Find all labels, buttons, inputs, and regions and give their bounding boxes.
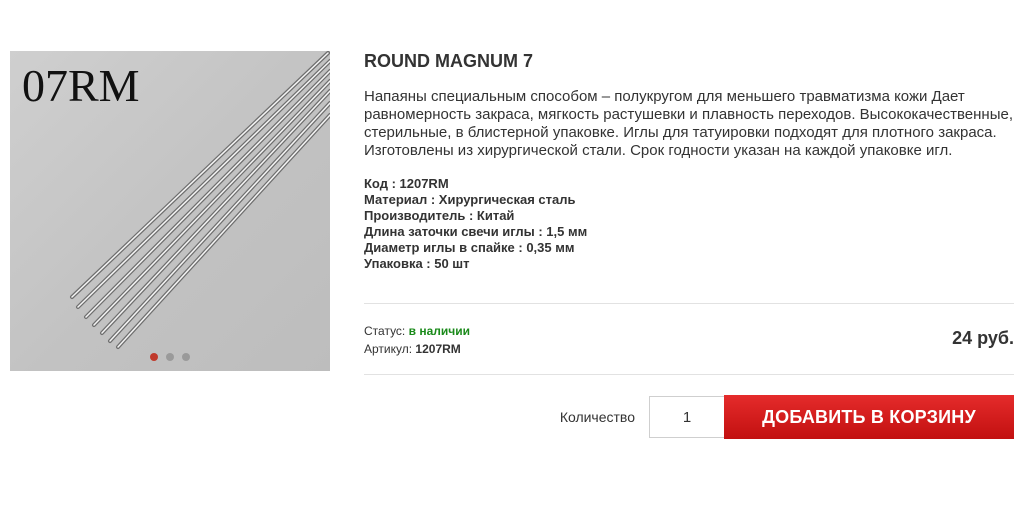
spec-sharpening-length: Длина заточки свечи иглы : 1,5 мм (364, 224, 588, 239)
gallery-dot-1[interactable] (150, 353, 158, 361)
product-info: ROUND MAGNUM 7 Напаяны специальным спосо… (364, 51, 1014, 272)
quantity-label: Количество (559, 409, 635, 425)
divider (364, 374, 1014, 375)
product-title: ROUND MAGNUM 7 (364, 51, 533, 71)
add-to-cart-button[interactable]: ДОБАВИТЬ В КОРЗИНУ (724, 395, 1014, 439)
gallery-pagination (10, 353, 330, 361)
divider (364, 303, 1014, 304)
spec-material: Материал : Хирургическая сталь (364, 192, 576, 207)
product-price: 24 руб. (952, 328, 1014, 348)
product-specs: Код : 1207RM Материал : Хирургическая ст… (364, 176, 1014, 272)
image-caption: 07RM (22, 60, 140, 111)
spec-manufacturer: Производитель : Китай (364, 208, 515, 223)
availability-block: Статус: в наличии Артикул: 1207RM (364, 322, 470, 358)
purchase-row: Количество ДОБАВИТЬ В КОРЗИНУ (560, 395, 1014, 439)
gallery-dot-2[interactable] (166, 353, 174, 361)
status-badge: в наличии (408, 324, 470, 338)
status-label: Статус: (364, 324, 406, 338)
quantity-input[interactable] (649, 396, 724, 438)
spec-package: Упаковка : 50 шт (364, 256, 470, 271)
product-image-gallery[interactable]: 07RM (10, 51, 330, 371)
spec-code: Код : 1207RM (364, 176, 449, 191)
product-description: Напаяны специальным способом – полукруго… (364, 88, 1013, 159)
spec-needle-diameter: Диаметр иглы в спайке : 0,35 мм (364, 240, 575, 255)
gallery-dot-3[interactable] (182, 353, 190, 361)
article-value: 1207RM (415, 342, 461, 356)
article-label: Артикул: (364, 342, 413, 356)
